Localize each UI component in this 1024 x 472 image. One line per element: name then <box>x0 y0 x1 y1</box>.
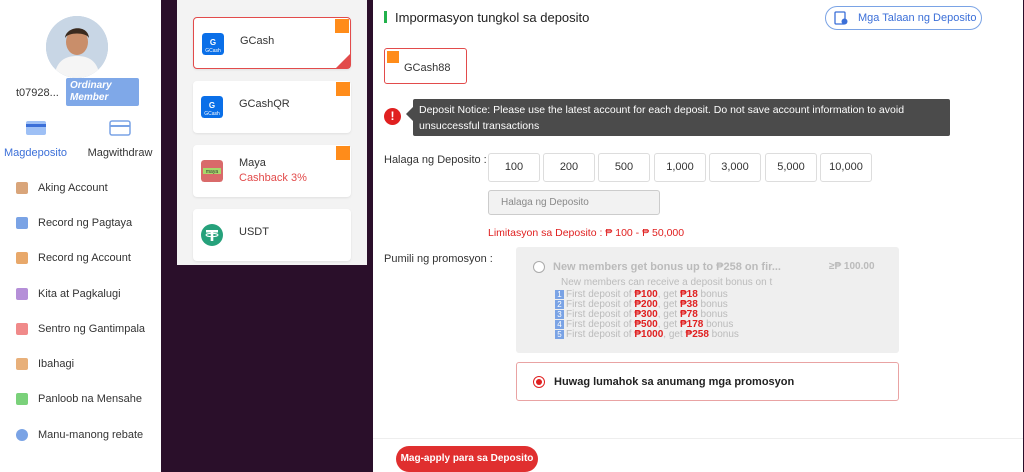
amount-option[interactable]: 10,000 <box>820 153 872 182</box>
reward-icon <box>16 323 28 335</box>
method-name: GCash <box>240 35 275 47</box>
sidebar-item-label: Sentro ng Gantimpala <box>38 323 146 335</box>
withdraw-card-icon <box>109 120 131 136</box>
sidebar-item-rebate[interactable]: Manu-manong rebate <box>16 425 143 445</box>
channel-gcash88[interactable]: GCash88 <box>384 48 467 84</box>
deposit-card-icon <box>25 121 46 135</box>
title-accent-bar <box>384 11 387 23</box>
deposit-amount-label: Halaga ng Deposito : <box>384 154 487 166</box>
rebate-icon <box>16 429 28 441</box>
share-icon <box>16 358 28 370</box>
gcash-logo-icon: G GCash <box>202 33 224 55</box>
promotion-tier: 5 First deposit of ₱1000, get ₱258 bonus <box>555 329 739 340</box>
amount-option[interactable]: 500 <box>598 153 650 182</box>
page-title: Impormasyon tungkol sa deposito <box>395 10 590 25</box>
hot-flag-icon <box>336 82 350 96</box>
records-button-label: Mga Talaan ng Deposito <box>858 12 977 24</box>
apply-deposit-button[interactable]: Mag-apply para sa Deposito <box>396 446 538 472</box>
promotion-radio[interactable] <box>533 261 545 273</box>
tooltip-arrow <box>406 107 413 121</box>
method-gcashqr[interactable]: G GCash GCashQR <box>193 81 351 133</box>
method-gcash[interactable]: G GCash GCash <box>193 17 351 69</box>
hot-flag-icon <box>387 51 399 63</box>
promotion-radio-selected[interactable] <box>533 376 545 388</box>
hot-flag-icon <box>335 19 349 33</box>
deposit-limit: Limitasyon sa Deposito : ₱ 100 - ₱ 50,00… <box>488 227 685 239</box>
svg-text:G: G <box>210 38 216 47</box>
deposit-records-button[interactable]: Mga Talaan ng Deposito <box>825 6 982 30</box>
sidebar-item-gantimpala[interactable]: Sentro ng Gantimpala <box>16 319 145 339</box>
deposit-amount-input[interactable]: Halaga ng Deposito <box>488 190 660 215</box>
sidebar-item-label: Record ng Account <box>38 252 131 264</box>
promotion-option-none[interactable]: Huwag lumahok sa anumang mga promosyon <box>516 362 899 401</box>
sidebar-item-label: Record ng Pagtaya <box>38 217 133 229</box>
amount-option[interactable]: 5,000 <box>765 153 817 182</box>
maya-logo-icon: maya <box>201 160 223 182</box>
sidebar: t07928... Ordinary Member Magdeposito Ma… <box>0 0 161 472</box>
tab-withdraw-label: Magwithdraw <box>87 147 153 159</box>
channel-label: GCash88 <box>404 62 451 74</box>
method-name: Maya <box>239 157 266 169</box>
amount-option[interactable]: 200 <box>543 153 595 182</box>
sidebar-item-label: Manu-manong rebate <box>38 429 144 441</box>
tether-logo-icon <box>201 224 223 246</box>
tab-deposit-label: Magdeposito <box>4 147 67 159</box>
promotion-description: New members can receive a deposit bonus … <box>561 277 773 288</box>
username: t07928... <box>16 87 59 99</box>
message-icon <box>16 393 28 405</box>
method-name: GCashQR <box>239 98 290 110</box>
promotion-label: Pumili ng promosyon : <box>384 253 493 265</box>
svg-text:maya: maya <box>206 169 218 175</box>
avatar[interactable] <box>46 16 108 78</box>
selected-check-icon <box>336 54 350 68</box>
amount-option[interactable]: 1,000 <box>654 153 706 182</box>
sidebar-item-mensahe[interactable]: Panloob na Mensahe <box>16 389 142 409</box>
sidebar-item-kita-pagkalugi[interactable]: Kita at Pagkalugi <box>16 284 121 304</box>
promotion-title: New members get bonus up to ₱258 on fir.… <box>553 261 781 273</box>
account-record-icon <box>16 252 28 264</box>
promotion-minimum: ≥₱ 100.00 <box>829 261 875 272</box>
amount-option[interactable]: 100 <box>488 153 540 182</box>
sidebar-item-label: Kita at Pagkalugi <box>38 288 121 300</box>
svg-text:GCash: GCash <box>204 111 220 117</box>
sidebar-item-label: Aking Account <box>38 182 108 194</box>
no-promotion-label: Huwag lumahok sa anumang mga promosyon <box>554 376 795 388</box>
payment-method-list: G GCash GCash G GCash GCashQR maya Maya … <box>177 0 367 265</box>
tab-withdraw[interactable]: Magwithdraw <box>86 120 154 159</box>
profit-loss-icon <box>16 288 28 300</box>
method-usdt[interactable]: USDT <box>193 209 351 261</box>
hot-flag-icon <box>336 146 350 160</box>
method-name: USDT <box>239 226 269 238</box>
sidebar-item-record-pagtaya[interactable]: Record ng Pagtaya <box>16 213 132 233</box>
bet-record-icon <box>16 217 28 229</box>
divider <box>373 438 1023 439</box>
amount-option[interactable]: 3,000 <box>709 153 761 182</box>
deposit-notice-tooltip: Deposit Notice: Please use the latest ac… <box>413 99 950 136</box>
method-cashback: Cashback 3% <box>239 172 307 184</box>
method-maya[interactable]: maya Maya Cashback 3% <box>193 145 351 197</box>
svg-text:G: G <box>209 101 215 110</box>
wallet-icon <box>16 182 28 194</box>
alert-icon: ! <box>384 108 401 125</box>
sidebar-item-label: Ibahagi <box>38 358 75 370</box>
gcash-logo-icon: G GCash <box>201 96 223 118</box>
deposit-panel: Impormasyon tungkol sa deposito Mga Tala… <box>373 0 1023 472</box>
tab-deposit[interactable]: Magdeposito <box>3 120 68 159</box>
svg-text:GCash: GCash <box>205 48 221 54</box>
sidebar-item-ibahagi[interactable]: Ibahagi <box>16 354 74 374</box>
sidebar-item-record-account[interactable]: Record ng Account <box>16 248 131 268</box>
promotion-option-new-members[interactable]: New members get bonus up to ₱258 on fir.… <box>516 247 899 353</box>
member-badge: Ordinary Member <box>66 78 139 106</box>
sidebar-item-label: Panloob na Mensahe <box>38 393 142 405</box>
sidebar-item-aking-account[interactable]: Aking Account <box>16 178 108 198</box>
records-icon <box>834 11 848 25</box>
